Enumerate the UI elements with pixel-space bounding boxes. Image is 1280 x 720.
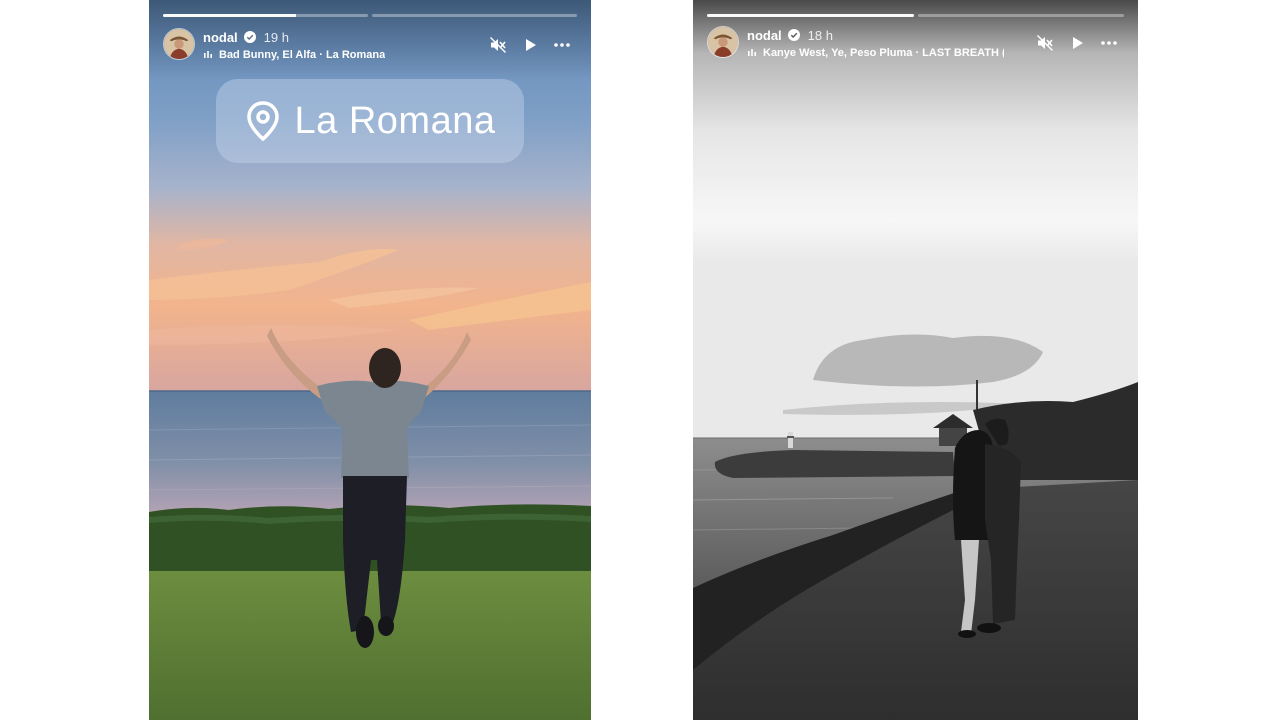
music-attribution[interactable]: Kanye West, Ye, Peso Pluma · LAST BREATH… (763, 47, 1004, 59)
story-meta: nodal 19 h Bad Bunny, El Alfa · La Roman… (203, 29, 457, 63)
story-controls (1036, 34, 1118, 52)
story-controls (489, 36, 571, 54)
avatar[interactable] (707, 26, 739, 58)
music-attribution[interactable]: Bad Bunny, El Alfa · La Romana (219, 49, 385, 61)
story-panel-1[interactable]: nodal 19 h Bad Bunny, El Alfa · La Roman… (149, 0, 591, 720)
music-bars-icon (747, 48, 757, 58)
progress-segment (917, 14, 1124, 17)
story-header: nodal 18 h Kanye West, Ye, Peso Pluma · … (707, 24, 1124, 64)
story-progress-bar (163, 14, 577, 17)
more-icon[interactable] (553, 36, 571, 54)
progress-segment (163, 14, 368, 17)
story-header: nodal 19 h Bad Bunny, El Alfa · La Roman… (163, 26, 577, 66)
story-panel-2[interactable]: nodal 18 h Kanye West, Ye, Peso Pluma · … (693, 0, 1138, 720)
mute-icon[interactable] (1036, 34, 1054, 52)
location-sticker[interactable]: La Romana (216, 79, 524, 163)
story-progress-bar (707, 14, 1124, 17)
play-icon[interactable] (1068, 34, 1086, 52)
music-bars-icon (203, 50, 213, 60)
verified-badge-icon (243, 31, 256, 43)
story-meta: nodal 18 h Kanye West, Ye, Peso Pluma · … (747, 27, 1004, 61)
verified-badge-icon (787, 29, 800, 41)
play-icon[interactable] (521, 36, 539, 54)
mute-icon[interactable] (489, 36, 507, 54)
location-label: La Romana (294, 99, 496, 142)
post-time: 18 h (807, 27, 833, 43)
location-pin-icon (245, 100, 281, 142)
username[interactable]: nodal (203, 30, 238, 45)
post-time: 19 h (263, 29, 289, 45)
progress-segment (707, 14, 914, 17)
username[interactable]: nodal (747, 28, 782, 43)
story-2-photo (693, 0, 1138, 720)
progress-segment (372, 14, 577, 17)
more-icon[interactable] (1100, 34, 1118, 52)
avatar[interactable] (163, 28, 195, 60)
